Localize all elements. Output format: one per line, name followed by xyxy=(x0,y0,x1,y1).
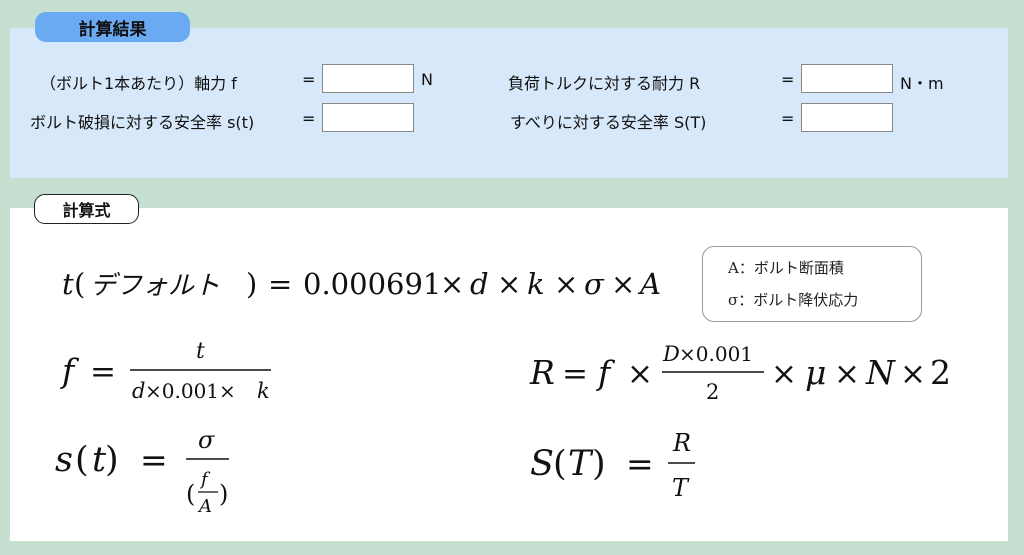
f3-times-3: × xyxy=(834,356,860,392)
f1-lparen: ( xyxy=(74,267,85,301)
f3-num-D: D xyxy=(662,342,680,366)
f5-lparen: ( xyxy=(553,444,567,484)
f1-A: A xyxy=(637,267,661,301)
f3-mu: μ xyxy=(805,353,826,392)
f1-equals: = xyxy=(268,267,292,301)
f5-rparen: ) xyxy=(592,444,606,484)
f3-N: N xyxy=(865,353,896,392)
formula-axial-force: f = t d ×0.001× k xyxy=(59,339,271,403)
f1-k: k xyxy=(527,267,545,301)
f3-f: f xyxy=(595,353,616,392)
f3-num-rest: ×0.001 xyxy=(679,342,753,366)
formula-canvas: t ( デフォルト ) = 0.000691 × d × k × σ × A f… xyxy=(55,267,951,517)
f1-times-2: × xyxy=(497,267,521,301)
f1-times-4: × xyxy=(611,267,635,301)
f1-times-3: × xyxy=(554,267,578,301)
formula-slip-safety: S ( T ) = R T xyxy=(530,429,695,502)
f1-d: d xyxy=(470,267,489,301)
f3-times-2: × xyxy=(771,356,797,392)
f4-den-A: A xyxy=(197,496,212,517)
f1-times-1: × xyxy=(440,267,464,301)
formula-torque-default: t ( デフォルト ) = 0.000691 × d × k × σ × A xyxy=(62,267,661,301)
f4-den-lparen: ( xyxy=(186,480,195,508)
f5-T: T xyxy=(568,444,594,484)
f1-rparen: ) xyxy=(246,267,257,301)
f4-den-rparen: ) xyxy=(219,480,228,508)
f4-numerator: σ xyxy=(198,426,215,454)
f4-rparen: ) xyxy=(105,440,119,480)
f5-S: S xyxy=(530,444,554,484)
f1-label: デフォルト xyxy=(90,271,220,301)
f5-equals: = xyxy=(626,444,654,483)
f3-times-4: × xyxy=(900,356,926,392)
f2-den-d: d xyxy=(132,379,145,403)
f4-lparen: ( xyxy=(75,440,89,480)
f1-t: t xyxy=(62,267,74,301)
f3-R: R xyxy=(529,353,555,392)
f4-den-f: f xyxy=(199,469,211,490)
f3-equals: = xyxy=(562,356,588,392)
f4-s: s xyxy=(55,440,73,480)
f4-equals: = xyxy=(140,440,168,479)
f2-den-k: k xyxy=(257,379,270,403)
f3-denominator: 2 xyxy=(706,380,719,404)
f1-constant: 0.000691 xyxy=(303,267,441,301)
f5-denominator: T xyxy=(672,474,690,502)
formula-bolt-break-safety: s ( t ) = σ ( f A ) xyxy=(55,426,229,517)
formula-torque-strength: R = f × D ×0.001 2 × μ × N × 2 xyxy=(529,342,951,404)
f2-numerator: t xyxy=(196,339,205,364)
f3-times-1: × xyxy=(627,356,653,392)
f2-f: f xyxy=(59,351,80,390)
f3-two: 2 xyxy=(930,353,951,392)
f5-numerator: R xyxy=(672,429,691,457)
f1-sigma: σ xyxy=(584,267,605,301)
f2-equals: = xyxy=(90,354,116,390)
f2-den-middle: ×0.001× xyxy=(145,379,236,403)
